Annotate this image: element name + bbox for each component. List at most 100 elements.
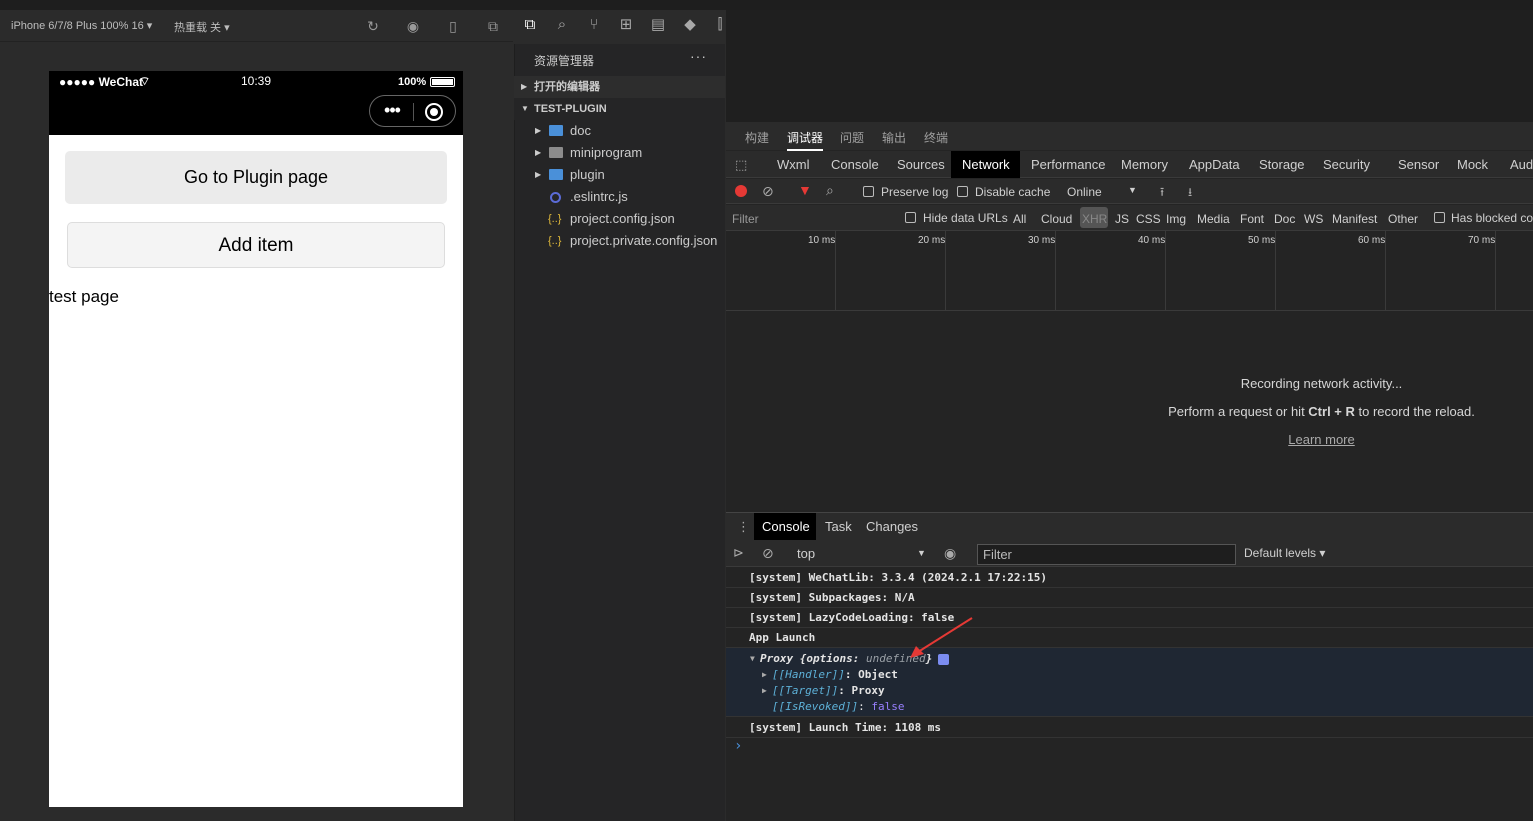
tab-appdata[interactable]: AppData	[1189, 157, 1240, 172]
project-section[interactable]: ▼ TEST-PLUGIN	[514, 98, 725, 120]
type-manifest[interactable]: Manifest	[1332, 212, 1377, 226]
tab-console[interactable]: Console	[831, 157, 879, 172]
record-icon[interactable]: ◉	[405, 18, 421, 34]
docker-icon[interactable]: ◆	[681, 16, 699, 34]
add-item-button[interactable]: Add item	[67, 222, 445, 268]
timeline-label: 60 ms	[1358, 235, 1386, 246]
hide-data-urls-checkbox[interactable]	[905, 212, 916, 223]
tree-item-doc[interactable]: ▶ doc	[514, 120, 725, 142]
json-icon: {..}	[548, 213, 562, 225]
type-cloud[interactable]: Cloud	[1041, 212, 1072, 226]
tree-item-label: .eslintrc.js	[570, 189, 628, 204]
tree-item-miniprogram[interactable]: ▶ miniprogram	[514, 142, 725, 164]
files-icon[interactable]: ⧉	[521, 16, 539, 34]
tab-terminal[interactable]: 终端	[924, 129, 948, 146]
filter-icon[interactable]: ▼	[798, 182, 812, 198]
type-img[interactable]: Img	[1166, 212, 1186, 226]
tab-audits[interactable]: Aud	[1510, 157, 1533, 172]
drawer-tab-task[interactable]: Task	[825, 519, 852, 534]
phone-icon[interactable]: ▯	[445, 18, 461, 34]
type-font[interactable]: Font	[1240, 212, 1264, 226]
type-all[interactable]: All	[1013, 212, 1026, 226]
go-to-plugin-button[interactable]: Go to Plugin page	[65, 151, 447, 204]
tab-build[interactable]: 构建	[745, 129, 769, 146]
tab-output[interactable]: 输出	[882, 129, 906, 146]
expand-arrow-icon[interactable]: ▶	[762, 670, 767, 679]
type-css[interactable]: CSS	[1136, 212, 1161, 226]
preserve-log-checkbox[interactable]	[863, 186, 874, 197]
context-select[interactable]: top	[797, 546, 815, 561]
tab-wxml[interactable]: Wxml	[777, 157, 810, 172]
drawer-menu-icon[interactable]: ⋮	[737, 519, 750, 535]
network-filter-input[interactable]: Filter	[732, 212, 759, 226]
blocked-checkbox[interactable]	[1434, 212, 1445, 223]
tab-problems[interactable]: 问题	[840, 129, 864, 146]
more-actions-icon[interactable]: ···	[690, 48, 707, 64]
clear-console-icon[interactable]: ⊘	[762, 545, 774, 562]
tree-item-plugin[interactable]: ▶ plugin	[514, 164, 725, 186]
expand-arrow-icon[interactable]: ▶	[762, 686, 767, 695]
panel-icon[interactable]: ▤	[649, 16, 667, 34]
tab-storage[interactable]: Storage	[1259, 157, 1305, 172]
tree-item-project-config[interactable]: {..} project.config.json	[514, 208, 725, 230]
tab-debugger[interactable]: 调试器	[787, 129, 824, 151]
record-button-icon[interactable]	[735, 185, 747, 197]
network-timeline	[726, 231, 1533, 311]
log-levels-select[interactable]: Default levels ▾	[1244, 546, 1325, 560]
type-doc[interactable]: Doc	[1274, 212, 1295, 226]
more-icon[interactable]: •••	[378, 100, 406, 122]
upload-icon[interactable]: ⭱	[1160, 183, 1164, 204]
throttle-select[interactable]: Online	[1067, 185, 1102, 199]
phone-screen: ●●●●● WeChat ⌔ 10:39 100% ••• Go to Plug…	[49, 71, 463, 807]
project-label: TEST-PLUGIN	[534, 103, 607, 115]
console-prompt[interactable]: ›	[734, 738, 742, 754]
tree-item-eslintrc[interactable]: .eslintrc.js	[514, 186, 725, 208]
timeline-label: 30 ms	[1028, 235, 1056, 246]
sidebar-toggle-icon[interactable]: ⊳	[733, 545, 744, 561]
download-icon[interactable]: ⭳	[1188, 183, 1192, 204]
hot-reload-toggle[interactable]: 热重载 关 ▾	[174, 19, 230, 35]
tab-network[interactable]: Network	[962, 157, 1010, 172]
type-xhr[interactable]: XHR	[1082, 212, 1107, 226]
drawer-tab-changes[interactable]: Changes	[866, 519, 918, 534]
disable-cache-checkbox[interactable]	[957, 186, 968, 197]
clear-icon[interactable]: ⊘	[762, 183, 774, 200]
search-icon[interactable]: ⌕	[553, 16, 571, 34]
type-media[interactable]: Media	[1197, 212, 1230, 226]
battery-icon	[430, 77, 455, 87]
chevron-down-icon[interactable]: ▼	[917, 548, 926, 558]
tab-memory[interactable]: Memory	[1121, 157, 1168, 172]
activity-bar: ⧉ ⌕ ⑂ ⊞ ▤ ◆ ⫿	[514, 10, 725, 44]
close-miniprogram-icon[interactable]	[425, 103, 443, 121]
tree-item-label: miniprogram	[570, 145, 643, 160]
tab-mock[interactable]: Mock	[1457, 157, 1488, 172]
window-icon[interactable]: ⧉	[485, 18, 501, 34]
tab-sources[interactable]: Sources	[897, 157, 945, 172]
type-other[interactable]: Other	[1388, 212, 1418, 226]
inspect-icon[interactable]: ⬚	[735, 157, 747, 173]
source-control-icon[interactable]: ⑂	[585, 16, 603, 34]
console-log-line: [system] Launch Time: 1108 ms	[726, 718, 1533, 738]
console-filter-input[interactable]: Filter	[977, 544, 1236, 565]
refresh-icon[interactable]: ↻	[365, 18, 381, 34]
learn-more-link[interactable]: Learn more	[918, 432, 1533, 447]
tab-performance[interactable]: Performance	[1031, 157, 1105, 172]
open-editors-section[interactable]: ▶ 打开的编辑器	[514, 76, 725, 98]
json-icon: {..}	[548, 235, 562, 247]
search-icon[interactable]: ⌕	[826, 182, 834, 199]
type-js[interactable]: JS	[1115, 212, 1129, 226]
eye-icon[interactable]: ◉	[944, 545, 956, 562]
type-ws[interactable]: WS	[1304, 212, 1323, 226]
drawer-tab-console[interactable]: Console	[762, 519, 810, 534]
tree-item-label: doc	[570, 123, 591, 138]
proxy-handler: [[Handler]]: Object	[772, 668, 898, 681]
device-select[interactable]: iPhone 6/7/8 Plus 100% 16 ▾	[11, 19, 152, 32]
tree-item-project-private-config[interactable]: {..} project.private.config.json	[514, 230, 725, 252]
eslint-icon	[550, 192, 561, 203]
tab-security[interactable]: Security	[1323, 157, 1370, 172]
tab-sensor[interactable]: Sensor	[1398, 157, 1439, 172]
timeline-label: 40 ms	[1138, 235, 1166, 246]
extensions-icon[interactable]: ⊞	[617, 16, 635, 34]
expand-arrow-icon[interactable]: ▼	[750, 654, 755, 663]
chevron-down-icon[interactable]: ▼	[1128, 185, 1137, 195]
